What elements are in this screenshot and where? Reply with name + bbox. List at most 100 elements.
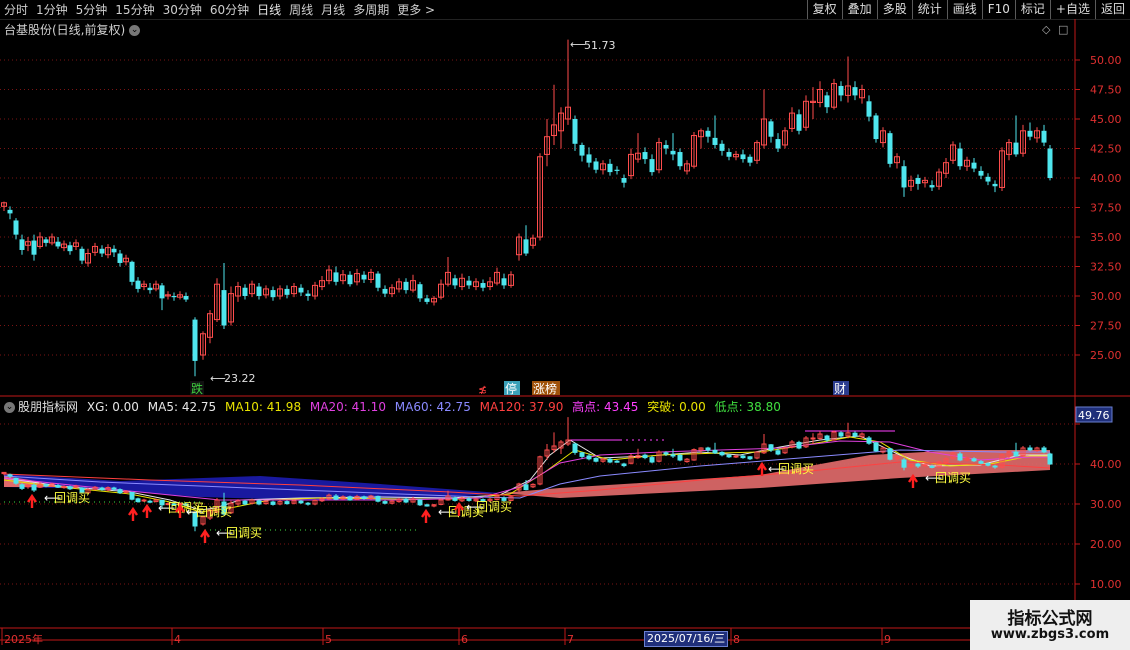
indicator-candle-body: [43, 484, 49, 487]
candle-body-down: [523, 239, 529, 254]
candle-body-down: [67, 245, 73, 252]
kline-chart[interactable]: 50.00 47.50 45.00 42.50 40.00 37.50 35.00 32.50…: [0, 0, 1130, 650]
price-axis-label: 37.50: [1090, 202, 1122, 215]
candle-body-down: [466, 280, 472, 286]
candle-body-down: [642, 152, 648, 160]
candle-body-down: [305, 293, 311, 296]
indicator-candle-body: [768, 444, 774, 451]
indicator-candle-body: [712, 449, 718, 454]
price-axis-label: 50.00: [1090, 54, 1122, 67]
candle-body-down: [586, 154, 592, 163]
candle-body-down: [284, 288, 290, 295]
x-axis-label: 5: [325, 633, 332, 646]
candle-body-down: [621, 178, 627, 183]
chevron-down-icon[interactable]: ⌄: [4, 402, 15, 413]
cai-marker[interactable]: 财: [834, 382, 846, 396]
indicator-candle-body: [901, 459, 907, 468]
candle-body-down: [452, 278, 458, 286]
candle-body-down: [824, 95, 830, 108]
ting-marker[interactable]: 停: [505, 381, 517, 396]
chart-title: 台基股份(日线,前复权) ⌄: [4, 21, 141, 38]
candle-body-down: [838, 85, 844, 96]
indicator-candle-body: [593, 457, 599, 462]
indicator-candle-body: [719, 451, 725, 456]
x-axis-label: 8: [733, 633, 740, 646]
candle-body-down: [13, 220, 19, 235]
indicator-candle-body: [333, 495, 339, 500]
buy-arrow-icon: [128, 506, 138, 521]
square-icon[interactable]: □: [1058, 23, 1068, 36]
indicator-candle-body: [572, 443, 578, 453]
x-axis-label: 7: [567, 633, 574, 646]
indicator-candle-body: [242, 500, 248, 505]
indicator-candle-body: [424, 504, 430, 507]
candle-body-down: [424, 298, 430, 302]
indicator-candle-body: [135, 498, 141, 503]
indicator-candle-body: [117, 489, 123, 494]
indicator-candle-body: [586, 455, 592, 460]
candle-body-down: [915, 178, 921, 184]
indicator-candle-body: [13, 477, 19, 484]
indicator-candle-body: [642, 454, 648, 459]
candle-body-down: [7, 209, 13, 214]
candle-body-down: [705, 130, 711, 137]
indicator-candle-body: [796, 441, 802, 449]
indicator-candle-body: [452, 497, 458, 501]
indicator-candle-body: [775, 450, 781, 455]
candle-body-down: [147, 287, 153, 291]
price-axis-label: 30.00: [1090, 290, 1122, 303]
indicator-axis-label: 10.00: [1090, 578, 1122, 591]
indicator-candle-body: [971, 458, 977, 462]
buy-signal-label: 回调买: [226, 526, 262, 540]
candle-body-down: [887, 133, 893, 164]
candle-body-down: [333, 272, 339, 282]
indicator-name[interactable]: 股朋指标网: [18, 400, 78, 414]
candle-body-down: [957, 148, 963, 167]
indicator-candle-body: [141, 499, 147, 502]
indicator-candle-body: [19, 484, 25, 489]
small-marker[interactable]: ≴: [478, 383, 487, 396]
candle-body-down: [985, 176, 991, 182]
indicator-candle-body: [824, 435, 830, 441]
indicator-candle-body: [621, 463, 627, 467]
chevron-down-icon[interactable]: ⌄: [129, 25, 141, 36]
price-axis-label: 45.00: [1090, 113, 1122, 126]
indicator-candle-body: [957, 453, 963, 461]
indicator-candle-body: [810, 437, 816, 440]
candle-body-down: [43, 239, 49, 243]
indicator-candle-body: [99, 487, 105, 491]
indicator-candle-body: [614, 460, 620, 463]
indicator-candle-body: [55, 485, 61, 488]
candle-body-down: [572, 119, 578, 144]
indicator-candle-body: [403, 498, 409, 503]
candle-body-down: [901, 166, 907, 188]
candle-body-down: [873, 115, 879, 140]
legend-breakout: 突破: 0.00: [647, 400, 706, 414]
indicator-candle-body: [985, 463, 991, 466]
indicator-candle-body: [649, 457, 655, 463]
candle-body-down: [670, 150, 676, 155]
legend-ma20: MA20: 41.10: [309, 400, 386, 414]
legend-xg: XG: 0.00: [86, 400, 139, 414]
indicator-candle-body: [1027, 447, 1033, 451]
indicator-candle-body: [111, 487, 117, 490]
candle-body-down: [347, 274, 353, 285]
diamond-icon[interactable]: ◇: [1042, 23, 1051, 36]
indicator-candle-body: [129, 491, 135, 500]
die-marker[interactable]: 跌: [191, 381, 203, 396]
indicator-candle-body: [922, 464, 928, 467]
legend-ma60: MA60: 42.75: [394, 400, 471, 414]
indicator-candle-body: [663, 452, 669, 455]
zhangbang-marker[interactable]: 涨榜: [533, 381, 557, 396]
indicator-axis-top: 49.76: [1078, 409, 1110, 422]
candle-body-down: [19, 239, 25, 250]
indicator-candle-body: [929, 465, 935, 468]
buy-signal-label: 回调买: [935, 471, 971, 485]
candle-body-down: [614, 169, 620, 171]
buy-arrow-icon: [200, 528, 210, 543]
indicator-candle-body: [677, 454, 683, 461]
indicator-candle-body: [305, 502, 311, 505]
indicator-candle-body: [298, 500, 304, 504]
candle-body-down: [768, 121, 774, 137]
watermark-title: 指标公式网: [1007, 609, 1093, 629]
